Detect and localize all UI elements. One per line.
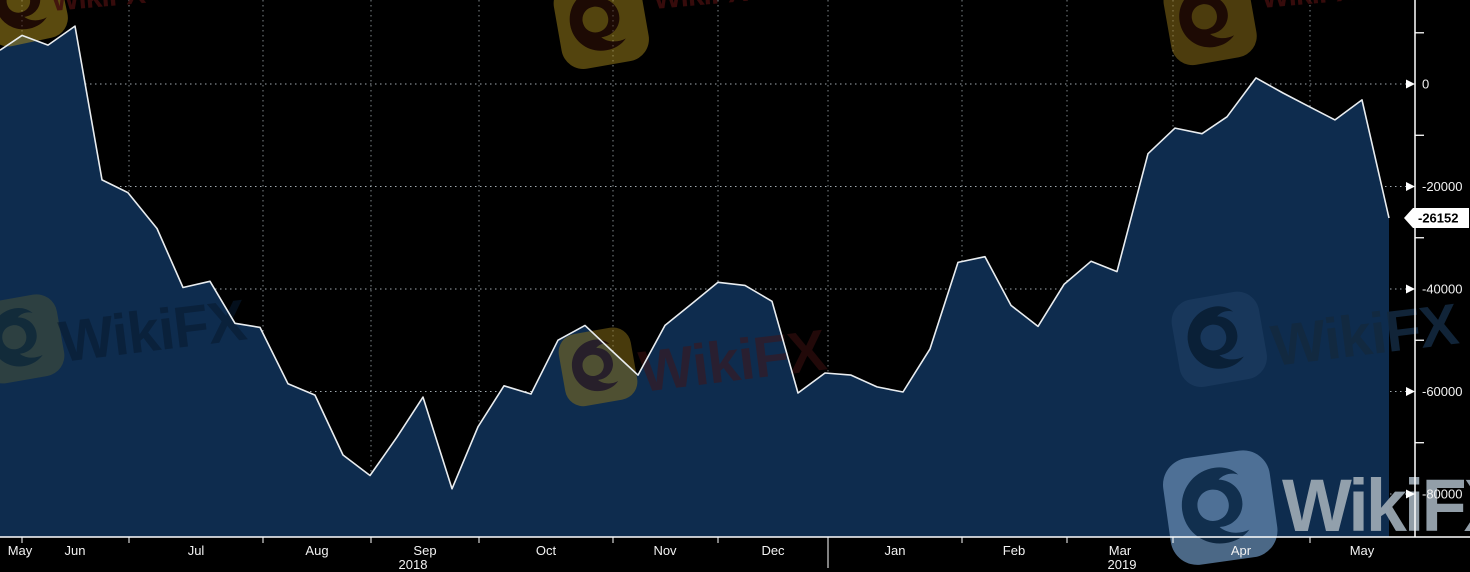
y-axis-tick-label: -40000	[1422, 281, 1462, 296]
chart-window: WikiFXWikiFXWikiFXWikiFXWikiFXWikiFXWiki…	[0, 0, 1470, 572]
x-axis-month-label: Jan	[885, 543, 906, 558]
last-value-text: -26152	[1418, 211, 1458, 226]
x-axis-month-label: Mar	[1109, 543, 1132, 558]
y-axis-tick-label: -60000	[1422, 384, 1462, 399]
x-axis-month-label: May	[1350, 543, 1375, 558]
y-axis-tick-label: -20000	[1422, 179, 1462, 194]
x-axis-month-label: Jun	[65, 543, 86, 558]
wikifx-logo-tile	[1168, 288, 1270, 390]
x-axis-month-label: Sep	[413, 543, 436, 558]
wikifx-logo	[1168, 288, 1270, 390]
x-axis-month-label: Feb	[1003, 543, 1025, 558]
x-axis-month-label: Aug	[305, 543, 328, 558]
cot-net-positions-chart[interactable]: WikiFXWikiFXWikiFXWikiFXWikiFXWikiFXWiki…	[0, 0, 1470, 572]
x-axis-month-label: Nov	[653, 543, 677, 558]
wikifx-logo	[1160, 447, 1281, 568]
x-axis-month-label: May	[8, 543, 33, 558]
x-axis-year-label: 2019	[1108, 557, 1137, 572]
x-axis-month-label: Dec	[761, 543, 785, 558]
y-axis-tick-label: 0	[1422, 77, 1429, 92]
x-axis-year-label: 2018	[399, 557, 428, 572]
last-value-badge: -26152	[1404, 208, 1469, 228]
x-axis-month-label: Oct	[536, 543, 557, 558]
y-axis-tick-label: -80000	[1422, 486, 1462, 501]
wikifx-logo-tile	[1160, 447, 1281, 568]
x-axis-month-label: Jul	[188, 543, 205, 558]
wikifx-text: WikiFX	[1282, 464, 1470, 547]
x-axis-month-label: Apr	[1231, 543, 1252, 558]
